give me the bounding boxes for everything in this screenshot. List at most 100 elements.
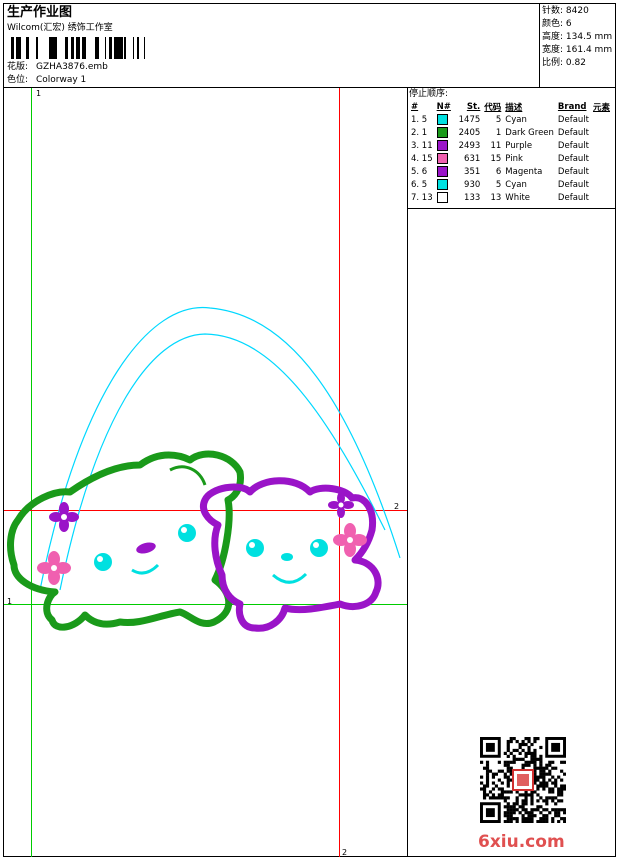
- green-ear-detail: [169, 465, 207, 486]
- qr-module: [506, 760, 510, 764]
- qr-module: [512, 760, 516, 764]
- qr-module: [548, 778, 552, 782]
- qr-module: [551, 796, 555, 800]
- green-bear-face: [94, 524, 196, 575]
- qr-module: [491, 775, 496, 779]
- qr-module: [482, 787, 487, 791]
- qr-module: [539, 784, 543, 788]
- qr-module: [557, 793, 561, 797]
- qr-module: [521, 814, 525, 818]
- qr-module: [506, 790, 510, 794]
- design-canvas: 1 1 2 2: [4, 88, 407, 857]
- qr-module: [560, 784, 564, 788]
- qr-module: [557, 787, 561, 791]
- qr-module: [557, 811, 561, 815]
- qr-module: [551, 781, 555, 785]
- qr-module: [539, 796, 543, 800]
- qr-module: [518, 793, 522, 797]
- qr-module: [557, 814, 561, 818]
- qr-module: [533, 757, 537, 761]
- qr-module: [542, 772, 546, 776]
- qr-module: [506, 739, 510, 744]
- qr-module: [557, 808, 561, 812]
- qr-module: [560, 778, 564, 782]
- qr-module: [563, 787, 566, 791]
- qr-module: [518, 742, 522, 747]
- qr-module: [512, 754, 516, 758]
- qr-module: [536, 737, 540, 741]
- qr-module: [548, 811, 552, 815]
- qr-module: [524, 799, 528, 803]
- qr-module: [542, 808, 546, 812]
- qr-module: [488, 769, 493, 773]
- qr-module: [506, 766, 510, 770]
- qr-module: [515, 739, 519, 744]
- qr-module: [497, 778, 501, 782]
- qr-module: [545, 799, 549, 803]
- qr-module: [554, 802, 558, 806]
- qr-module: [503, 814, 507, 818]
- qr-module: [530, 811, 534, 815]
- qr-module: [512, 737, 516, 741]
- qr-module: [533, 754, 537, 758]
- qr-module: [524, 751, 528, 755]
- qr-module: [551, 766, 555, 770]
- qr-module: [533, 814, 537, 818]
- qr-module: [524, 808, 528, 812]
- qr-module: [533, 763, 537, 767]
- qr-module: [545, 763, 549, 767]
- qr-module: [482, 793, 487, 797]
- qr-module: [503, 772, 507, 776]
- qr-module: [500, 790, 504, 794]
- qr-module: [545, 796, 549, 800]
- qr-module: [506, 742, 510, 747]
- qr-module: [497, 769, 501, 773]
- qr-module: [527, 817, 531, 821]
- qr-module: [509, 814, 513, 818]
- qr-module: [548, 790, 552, 794]
- qr-module: [491, 781, 496, 785]
- qr-module: [524, 802, 528, 806]
- qr-module: [536, 799, 540, 803]
- qr-module: [533, 808, 537, 812]
- qr-module: [482, 784, 487, 788]
- qr-module: [515, 808, 519, 812]
- qr-module: [542, 820, 546, 823]
- qr-module: [485, 784, 490, 788]
- qr-module: [563, 784, 566, 788]
- qr-module: [503, 763, 507, 767]
- qr-module: [500, 787, 504, 791]
- qr-module: [530, 751, 534, 755]
- qr-module: [503, 805, 507, 809]
- qr-module: [554, 778, 558, 782]
- qr-module: [542, 817, 546, 821]
- qr-module: [506, 811, 510, 815]
- qr-module: [530, 814, 534, 818]
- qr-module: [557, 799, 561, 803]
- qr-module: [524, 763, 528, 767]
- qr-module: [539, 817, 543, 821]
- qr-module: [524, 817, 528, 821]
- qr-module: [548, 772, 552, 776]
- qr-module: [527, 811, 531, 815]
- qr-module: [506, 778, 510, 782]
- qr-module: [512, 805, 516, 809]
- qr-module: [563, 808, 566, 812]
- qr-module: [551, 790, 555, 794]
- qr-module: [554, 796, 558, 800]
- qr-module: [536, 793, 540, 797]
- qr-module: [480, 775, 484, 779]
- qr-module: [521, 808, 525, 812]
- qr-module: [554, 811, 558, 815]
- qr-module: [491, 787, 496, 791]
- qr-module: [506, 769, 510, 773]
- qr-module: [545, 784, 549, 788]
- qr-module: [527, 745, 531, 750]
- qr-module: [524, 811, 528, 815]
- qr-module: [533, 737, 537, 741]
- qr-module: [518, 805, 522, 809]
- qr-module: [536, 778, 540, 782]
- qr-module: [500, 793, 504, 797]
- qr-module: [530, 742, 534, 747]
- qr-module: [506, 814, 510, 818]
